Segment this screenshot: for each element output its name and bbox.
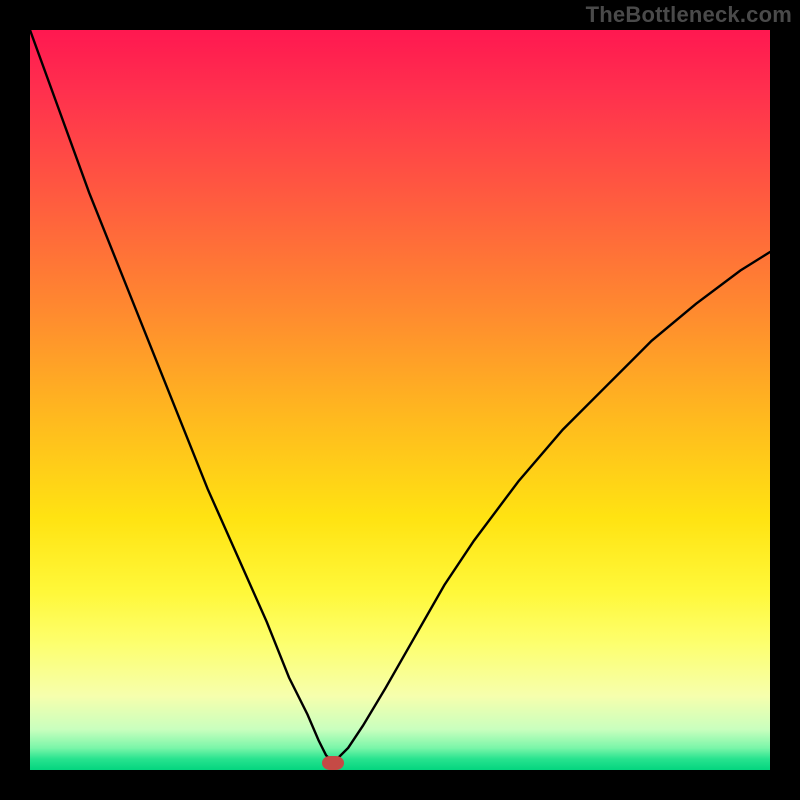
- curve-right-path: [333, 252, 770, 763]
- watermark-text: TheBottleneck.com: [586, 2, 792, 28]
- plot-area: [30, 30, 770, 770]
- bottleneck-curve: [30, 30, 770, 770]
- chart-frame: TheBottleneck.com: [0, 0, 800, 800]
- bottleneck-marker: [322, 756, 344, 770]
- curve-left-path: [30, 30, 333, 763]
